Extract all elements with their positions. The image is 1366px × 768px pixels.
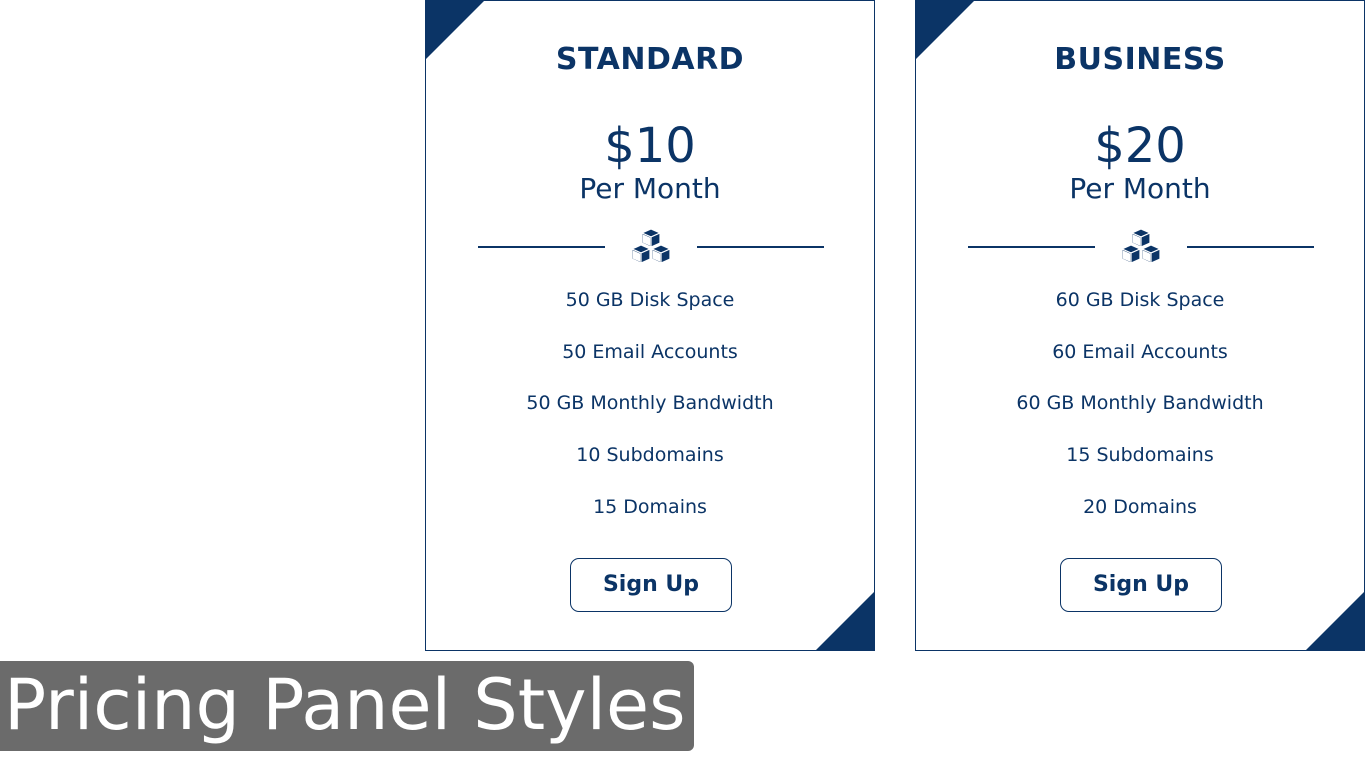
- corner-decoration-bottom-right: [815, 591, 874, 650]
- feature-item: 20 Domains: [1083, 495, 1197, 518]
- feature-item: 60 GB Monthly Bandwidth: [1016, 392, 1264, 415]
- pricing-panel-standard: STANDARD $10 Per Month 50 GB Disk Space …: [425, 0, 875, 651]
- caption-title: Pricing Panel Styles: [0, 661, 694, 751]
- plan-divider: [478, 226, 824, 268]
- feature-item: 60 GB Disk Space: [1055, 289, 1225, 311]
- pricing-panel-business: BUSINESS $20 Per Month 60 GB Disk Space …: [915, 0, 1365, 651]
- divider-line-left: [968, 246, 1095, 248]
- plan-period: Per Month: [1069, 172, 1211, 205]
- feature-item: 15 Subdomains: [1066, 444, 1214, 467]
- cubes-icon: [631, 228, 671, 264]
- feature-item: 10 Subdomains: [576, 444, 724, 467]
- feature-item: 15 Domains: [593, 495, 707, 518]
- divider-line-right: [697, 246, 824, 248]
- plan-divider: [968, 226, 1314, 268]
- plan-name: STANDARD: [555, 42, 745, 77]
- feature-item: 50 GB Monthly Bandwidth: [526, 392, 774, 415]
- plan-period: Per Month: [579, 172, 721, 205]
- plan-name: BUSINESS: [1054, 42, 1226, 77]
- divider-line-right: [1187, 246, 1314, 248]
- pricing-page: STANDARD $10 Per Month 50 GB Disk Space …: [0, 0, 1366, 768]
- feature-list: 60 GB Disk Space 60 Email Accounts 60 GB…: [916, 285, 1364, 543]
- corner-decoration-bottom-right: [1305, 591, 1364, 650]
- feature-item: 50 Email Accounts: [562, 340, 738, 363]
- feature-list: 50 GB Disk Space 50 Email Accounts 50 GB…: [426, 285, 874, 543]
- feature-item: 60 Email Accounts: [1052, 340, 1228, 363]
- plan-price: $10: [604, 118, 696, 174]
- cubes-icon: [1121, 228, 1161, 264]
- sign-up-button[interactable]: Sign Up: [1060, 558, 1222, 612]
- sign-up-button[interactable]: Sign Up: [570, 558, 732, 612]
- feature-item: 50 GB Disk Space: [565, 289, 735, 311]
- plan-price: $20: [1094, 118, 1186, 174]
- divider-line-left: [478, 246, 605, 248]
